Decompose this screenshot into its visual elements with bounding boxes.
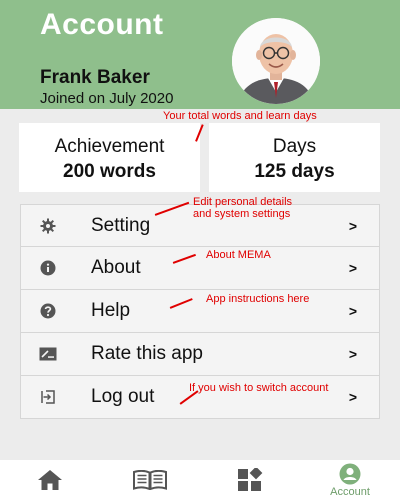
dashboard-icon [238,468,263,491]
tab-dashboard[interactable] [230,460,270,500]
menu-item-about[interactable]: About > [20,247,380,290]
achievement-value: 200 words [63,161,156,182]
menu-label-logout: Log out [91,386,155,407]
annotation-stats: Your total words and learn days [163,110,317,122]
annotation-setting-2: and system settings [193,208,291,220]
achievement-card: Achievement 200 words [19,123,200,192]
bottom-tab-bar: Account [0,460,400,500]
home-icon [38,470,62,490]
menu-label-help: Help [91,300,131,321]
chevron-right-icon: > [348,389,357,405]
info-icon [39,259,57,277]
annotation-logout: If you wish to switch account [189,382,329,394]
chevron-right-icon: > [348,346,357,362]
menu-label-setting: Setting [91,214,151,236]
annotation-about: About MEMA [206,249,271,261]
page-title: Account [40,8,164,41]
joined-date: Joined on July 2020 [40,90,174,107]
annotation-help: App instructions here [206,293,310,305]
tab-account-label: Account [330,485,370,498]
tab-book[interactable] [130,460,170,500]
chevron-right-icon: > [348,217,357,234]
logout-icon [39,388,57,406]
chevron-right-icon: > [348,260,357,276]
annotation-setting-1: Edit personal details [193,196,293,208]
account-icon [339,463,361,484]
menu-label-rate: Rate this app [91,343,203,364]
gear-icon [39,217,57,235]
rate-icon [39,345,57,363]
user-name: Frank Baker [40,67,150,88]
help-icon [39,302,57,320]
days-label: Days [272,136,317,157]
menu-label-about: About [91,257,141,278]
avatar[interactable] [232,18,320,104]
book-icon [133,470,167,490]
tab-home[interactable] [30,460,70,500]
chevron-right-icon: > [348,303,357,319]
days-value: 125 days [254,161,335,182]
avatar-photo [232,18,320,104]
menu-item-help[interactable]: Help > [20,290,380,333]
account-header: Account Frank Baker Joined on July 2020 [0,0,400,109]
achievement-label: Achievement [54,136,165,157]
tab-account[interactable]: Account [320,460,380,500]
days-card: Days 125 days [209,123,380,192]
menu-item-rate[interactable]: Rate this app > [20,333,380,376]
